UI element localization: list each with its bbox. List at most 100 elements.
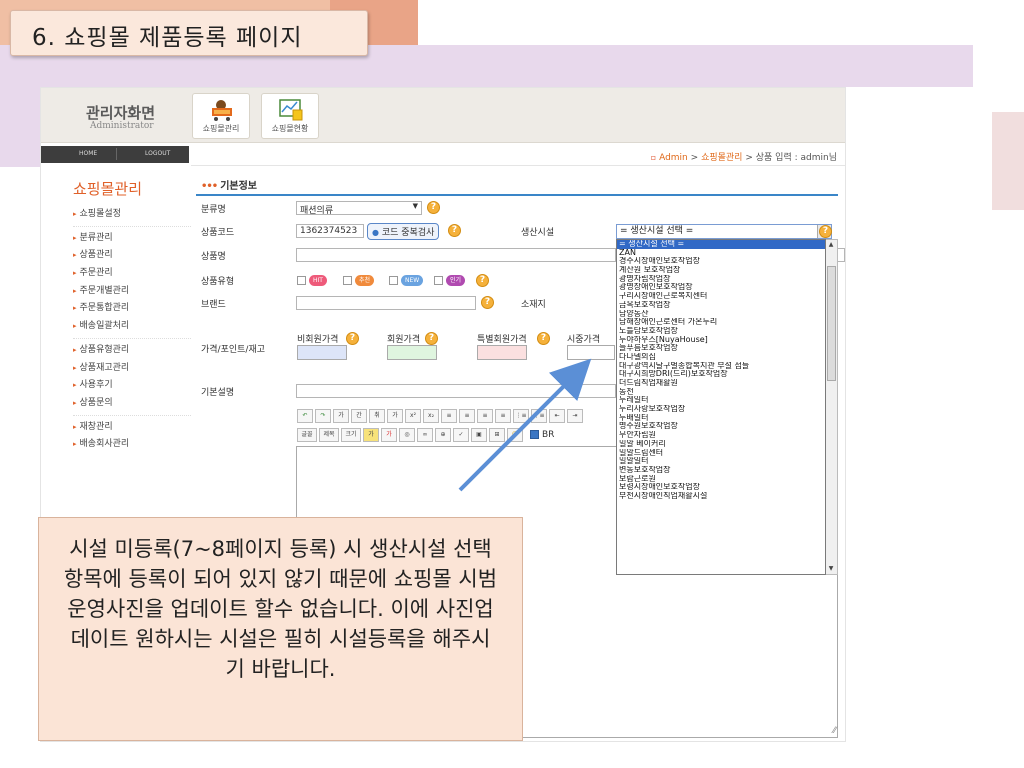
code-check-button[interactable]: ● 코드 중복검사 [367,223,440,240]
sidebar-item[interactable]: ▸ 주문개별관리 [73,283,191,301]
guest-price-input[interactable] [297,345,347,360]
dropdown-option[interactable]: 부천시장애인직업재활시설 [617,492,825,501]
sidebar-item[interactable]: ▸ 사용후기 [73,377,191,395]
desc-input[interactable] [296,384,616,398]
text-color-icon[interactable]: 가 [363,428,379,442]
dropdown-option[interactable]: 경주시장애인보호작업장 [617,257,825,266]
dropdown-option[interactable]: 보람근로원 [617,475,825,484]
sidebar-item[interactable]: ▸ 재창관리 [73,419,191,437]
sidebar-item[interactable]: ▸ 주문관리 [73,265,191,283]
help-icon[interactable]: ? [537,332,550,345]
category-select[interactable]: 패션의류 ▼ [296,201,422,215]
type-checkbox[interactable] [297,276,306,285]
shop-manage-button[interactable]: 쇼핑몰관리 [192,93,250,139]
dropdown-option[interactable]: 구리시장애인근로복지센터 [617,292,825,301]
dropdown-option[interactable]: 남양동산 [617,310,825,319]
indent-icon[interactable]: ⇥ [567,409,583,423]
name-input[interactable] [296,248,616,262]
home-link[interactable]: HOME [79,150,97,157]
type-checkbox[interactable] [343,276,352,285]
dropdown-scrollbar[interactable]: ▲ ▼ [826,239,838,575]
dropdown-option[interactable]: 밀알드림센터 [617,449,825,458]
type-checkbox[interactable] [434,276,443,285]
table-icon[interactable]: ◎ [399,428,415,442]
sidebar-item[interactable]: ▸ 분류관리 [73,230,191,248]
media-icon[interactable]: ⊞ [489,428,505,442]
special-price-input[interactable] [477,345,527,360]
dropdown-option[interactable]: 두리사랑보호작업장 [617,405,825,414]
resize-grip-icon[interactable]: ⁄⁄ [833,726,836,736]
dropdown-option[interactable]: 동천 [617,388,825,397]
sidebar-item[interactable]: ▸ 상품문의 [73,395,191,413]
underline-icon[interactable]: 간 [351,409,367,423]
font-button[interactable]: 글꼴 [297,428,317,442]
help-icon[interactable]: ? [346,332,359,345]
subscript-icon[interactable]: x₂ [423,409,439,423]
sidebar-item[interactable]: ▸ 배송일괄처리 [73,318,191,336]
image-icon[interactable]: ▣ [471,428,487,442]
help-icon[interactable]: ? [481,296,494,309]
sidebar-item[interactable]: ▸ 주문통합관리 [73,300,191,318]
market-price-input[interactable] [567,345,615,360]
breadcrumb-root[interactable]: Admin [659,153,688,163]
member-price-input[interactable] [387,345,437,360]
redo-icon[interactable]: ↷ [315,409,331,423]
logout-link[interactable]: LOGOUT [145,150,170,157]
emoticon-icon[interactable]: ☺ [507,428,523,442]
align-left-icon[interactable]: ≡ [441,409,457,423]
sidebar-item[interactable]: ▸ 상품재고관리 [73,360,191,378]
dropdown-option[interactable]: 다나델의집 [617,353,825,362]
highlight-icon[interactable]: 가 [381,428,397,442]
dropdown-option[interactable]: 밀알일터 [617,457,825,466]
sidebar-item[interactable]: ▸ 배송회사관리 [73,436,191,454]
undo-icon[interactable]: ↶ [297,409,313,423]
superscript-icon[interactable]: x² [405,409,421,423]
ordered-list-icon[interactable]: ⋮≡ [513,409,529,423]
facility-select[interactable]: = 생산시설 선택 = ▼ [616,224,832,239]
link-icon[interactable]: ∞ [417,428,433,442]
facility-dropdown-list[interactable]: = 생산시설 선택 = ZAN 경주시장애인보호작업장 계산원 보호작업장 광명자립작업… [616,239,826,575]
type-checkbox[interactable] [389,276,398,285]
dropdown-option[interactable]: 무안자립원 [617,431,825,440]
unlink-icon[interactable]: ⊕ [435,428,451,442]
dropdown-option[interactable]: 노틀담보호작업장 [617,327,825,336]
code-input[interactable]: 1362374523 [296,224,364,238]
sidebar-item[interactable]: ▸ 쇼핑몰설정 [73,206,191,224]
help-icon[interactable]: ? [819,225,832,238]
dropdown-option[interactable]: 광명장애인보호작업장 [617,283,825,292]
unordered-list-icon[interactable]: ⋮≡ [531,409,547,423]
strike-icon[interactable]: 취 [369,409,385,423]
italic-icon[interactable]: 가 [387,409,403,423]
align-center-icon[interactable]: ≡ [459,409,475,423]
dropdown-option[interactable]: = 생산시설 선택 = [617,240,825,249]
dropdown-option[interactable]: 남해장애인근로센터 가온누리 [617,318,825,327]
pencil-icon[interactable]: ✓ [453,428,469,442]
help-icon[interactable]: ? [448,224,461,237]
dropdown-option[interactable]: 두배일터 [617,414,825,423]
dropdown-option[interactable]: 누야하우스[NuyaHouse] [617,336,825,345]
breadcrumb-mid[interactable]: 쇼핑몰관리 [701,153,742,163]
dropdown-option[interactable]: 더드림직업재활원 [617,379,825,388]
brand-input[interactable] [296,296,476,310]
dropdown-option[interactable]: 늘푸름보호작업장 [617,344,825,353]
dropdown-option[interactable]: 두레일터 [617,396,825,405]
dropdown-option[interactable]: 명주원보호작업장 [617,422,825,431]
dropdown-option[interactable]: 계산원 보호작업장 [617,266,825,275]
help-icon[interactable]: ? [425,332,438,345]
outdent-icon[interactable]: ⇤ [549,409,565,423]
size-button[interactable]: 크기 [341,428,361,442]
dropdown-option[interactable]: 광명자립작업장 [617,275,825,284]
sidebar-item[interactable]: ▸ 상품관리 [73,247,191,265]
dropdown-option[interactable]: 변동보호작업장 [617,466,825,475]
dropdown-option[interactable]: 밀알 베이커리 [617,440,825,449]
heading-button[interactable]: 제목 [319,428,339,442]
help-icon[interactable]: ? [427,201,440,214]
align-right-icon[interactable]: ≡ [477,409,493,423]
help-icon[interactable]: ? [476,274,489,287]
dropdown-option[interactable]: 대구시희망DRI(드리)보호작업장 [617,370,825,379]
br-checkbox[interactable] [530,430,539,439]
dropdown-option[interactable]: 보령시장애인보호작업장 [617,483,825,492]
dropdown-option[interactable]: ZAN [617,249,825,258]
scroll-thumb[interactable] [827,266,836,381]
bold-icon[interactable]: 가 [333,409,349,423]
